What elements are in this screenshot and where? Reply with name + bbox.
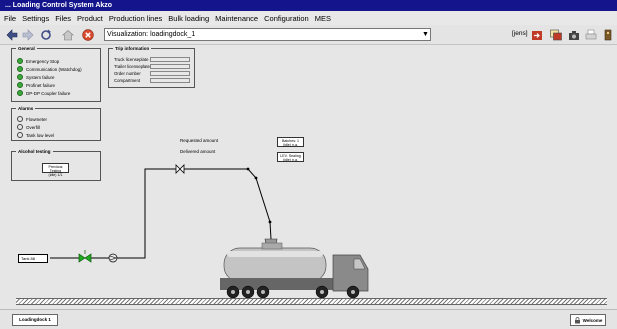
printer-icon[interactable] bbox=[585, 29, 597, 41]
window-title: ... Loading Control System Akzo bbox=[0, 0, 617, 11]
upper-valve-icon bbox=[175, 164, 185, 174]
refresh-icon[interactable] bbox=[40, 29, 52, 41]
user-label: [jens] bbox=[512, 30, 528, 37]
home-icon[interactable] bbox=[62, 29, 74, 41]
tanker-dome bbox=[261, 242, 283, 250]
toolbar: Visualization: loadingdock_1 ▼ [jens] bbox=[0, 25, 617, 45]
menu-settings[interactable]: Settings bbox=[22, 14, 49, 23]
menu-mes[interactable]: MES bbox=[315, 14, 331, 23]
loadingdock-canvas: General Emergency Stop Communication (Wa… bbox=[0, 45, 617, 309]
process-diagram bbox=[50, 164, 369, 299]
tanker-highlight bbox=[227, 251, 323, 257]
menu-configuration[interactable]: Configuration bbox=[264, 14, 309, 23]
status-bar: Loadingdock 1 Welcome bbox=[0, 309, 617, 329]
ground-platform bbox=[16, 298, 607, 305]
menu-file[interactable]: File bbox=[4, 14, 16, 23]
menu-bulk-loading[interactable]: Bulk loading bbox=[168, 14, 209, 23]
green-valve-icon bbox=[78, 250, 92, 263]
joint-dot bbox=[254, 176, 258, 180]
lock-icon bbox=[574, 316, 580, 323]
joint-dot bbox=[268, 220, 272, 224]
stop-icon[interactable] bbox=[82, 29, 94, 41]
chevron-down-icon[interactable]: ▼ bbox=[421, 29, 430, 40]
truck-cab bbox=[332, 254, 369, 292]
visualization-select[interactable]: Visualization: loadingdock_1 bbox=[104, 28, 431, 41]
source-tank-tag[interactable]: Tank 88 bbox=[18, 254, 48, 263]
exit-icon[interactable] bbox=[602, 29, 614, 41]
menu-product[interactable]: Product bbox=[77, 14, 103, 23]
menu-maintenance[interactable]: Maintenance bbox=[215, 14, 258, 23]
welcome-button[interactable]: Welcome bbox=[570, 314, 606, 326]
menu-bar: File Settings Files Product Production l… bbox=[0, 11, 617, 25]
pipe-line bbox=[50, 168, 272, 259]
camera-icon[interactable] bbox=[568, 29, 580, 41]
window-icon[interactable] bbox=[550, 29, 562, 41]
menu-files[interactable]: Files bbox=[55, 14, 71, 23]
tab-loadingdock-1[interactable]: Loadingdock 1 bbox=[12, 314, 58, 326]
export-icon[interactable] bbox=[531, 29, 543, 41]
pump-icon bbox=[108, 253, 118, 263]
menu-production-lines[interactable]: Production lines bbox=[109, 14, 162, 23]
forward-arrow-icon[interactable] bbox=[22, 29, 34, 41]
back-arrow-icon[interactable] bbox=[6, 29, 18, 41]
joint-dot bbox=[246, 167, 250, 171]
